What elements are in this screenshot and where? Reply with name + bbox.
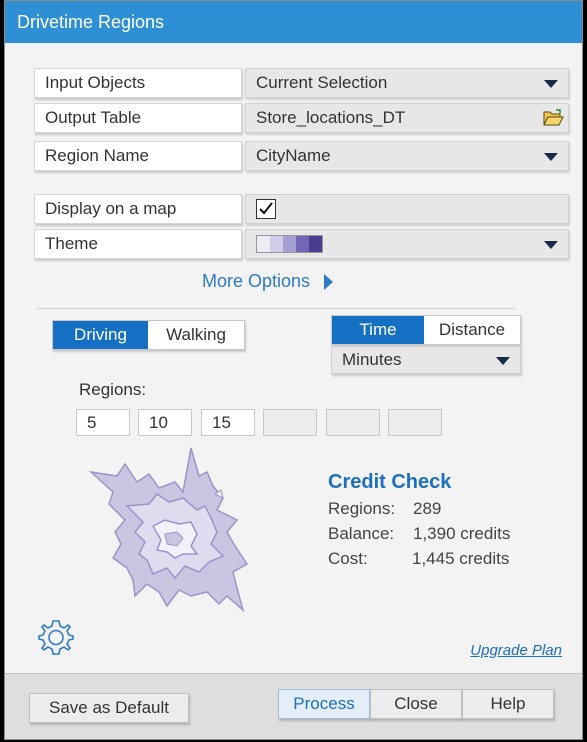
region-value-input[interactable]	[326, 409, 380, 436]
theme-swatch-cell	[296, 236, 309, 252]
input-objects-row: Input Objects Current Selection	[5, 68, 582, 98]
theme-label: Theme	[34, 229, 242, 259]
display-on-map-checkbox[interactable]	[256, 199, 276, 219]
region-name-select[interactable]: CityName	[245, 141, 569, 171]
theme-color-ramp	[256, 235, 323, 253]
gear-icon[interactable]	[37, 618, 75, 656]
dialog-footer: Save as Default Process Close Help	[5, 673, 582, 739]
credit-regions-label: Regions:	[328, 499, 396, 518]
region-value-input[interactable]: 10	[138, 409, 192, 436]
credit-cost-row: Cost: 1,445 credits	[328, 549, 509, 569]
measure-toggle: Time Distance	[331, 315, 521, 345]
chevron-down-icon[interactable]	[544, 153, 558, 161]
folder-open-icon[interactable]	[542, 107, 564, 129]
region-value-input[interactable]: 5	[76, 409, 130, 436]
region-value-input[interactable]: 15	[201, 409, 255, 436]
regions-label: Regions:	[79, 380, 147, 399]
travel-mode-toggle: Driving Walking	[52, 320, 245, 350]
help-button[interactable]: Help	[462, 689, 554, 719]
process-button[interactable]: Process	[278, 689, 370, 719]
region-value-input[interactable]	[263, 409, 317, 436]
input-objects-value: Current Selection	[256, 73, 388, 92]
upgrade-plan-link[interactable]: Upgrade Plan	[470, 642, 562, 659]
unit-select[interactable]: Minutes	[331, 346, 521, 374]
credit-cost-label: Cost:	[328, 549, 368, 568]
region-name-row: Region Name CityName	[5, 141, 582, 171]
window-title: Drivetime Regions	[17, 11, 165, 32]
save-as-default-button[interactable]: Save as Default	[29, 693, 189, 723]
close-button[interactable]: Close	[370, 689, 462, 719]
more-options-link[interactable]: More Options	[202, 271, 334, 292]
credit-balance-label: Balance:	[328, 524, 395, 543]
output-table-row: Output Table Store_locations_DT	[5, 103, 582, 133]
mode-walking-button[interactable]: Walking	[148, 321, 244, 349]
region-name-label: Region Name	[34, 141, 242, 171]
measure-time-button[interactable]: Time	[332, 316, 424, 344]
display-on-map-field	[245, 194, 569, 224]
theme-swatch-cell	[309, 236, 322, 252]
display-on-map-row: Display on a map	[5, 194, 582, 224]
theme-swatch-cell	[270, 236, 283, 252]
input-objects-select[interactable]: Current Selection	[245, 68, 569, 98]
credit-regions-value: 289	[413, 499, 442, 518]
theme-row: Theme	[5, 229, 582, 259]
chevron-down-icon[interactable]	[544, 80, 558, 88]
credit-balance-value: 1,390 credits	[413, 524, 511, 543]
drivetime-region-illustration	[88, 447, 249, 613]
drivetime-regions-dialog: Drivetime Regions Input Objects Current …	[4, 0, 583, 740]
unit-value: Minutes	[342, 350, 402, 369]
output-table-input[interactable]: Store_locations_DT	[245, 103, 569, 133]
theme-select[interactable]	[245, 229, 569, 259]
chevron-down-icon[interactable]	[496, 357, 510, 365]
input-objects-label: Input Objects	[34, 68, 242, 98]
checkmark-icon	[259, 202, 273, 215]
credit-check-title: Credit Check	[328, 471, 452, 493]
chevron-right-icon	[324, 273, 334, 290]
output-table-label: Output Table	[34, 103, 242, 133]
credit-regions-row: Regions: 289	[328, 499, 441, 519]
region-value-input[interactable]	[388, 409, 442, 436]
output-table-value: Store_locations_DT	[256, 108, 406, 127]
credit-balance-row: Balance: 1,390 credits	[328, 524, 510, 544]
chevron-down-icon[interactable]	[544, 241, 558, 249]
region-name-value: CityName	[256, 146, 331, 165]
theme-swatch-cell	[257, 236, 270, 252]
title-bar: Drivetime Regions	[5, 1, 582, 43]
measure-distance-button[interactable]: Distance	[424, 316, 520, 344]
mode-driving-button[interactable]: Driving	[53, 321, 148, 349]
display-on-map-label: Display on a map	[34, 194, 242, 224]
divider	[37, 308, 515, 309]
credit-cost-value: 1,445 credits	[412, 549, 510, 568]
more-options-label: More Options	[202, 271, 311, 291]
theme-swatch-cell	[283, 236, 296, 252]
